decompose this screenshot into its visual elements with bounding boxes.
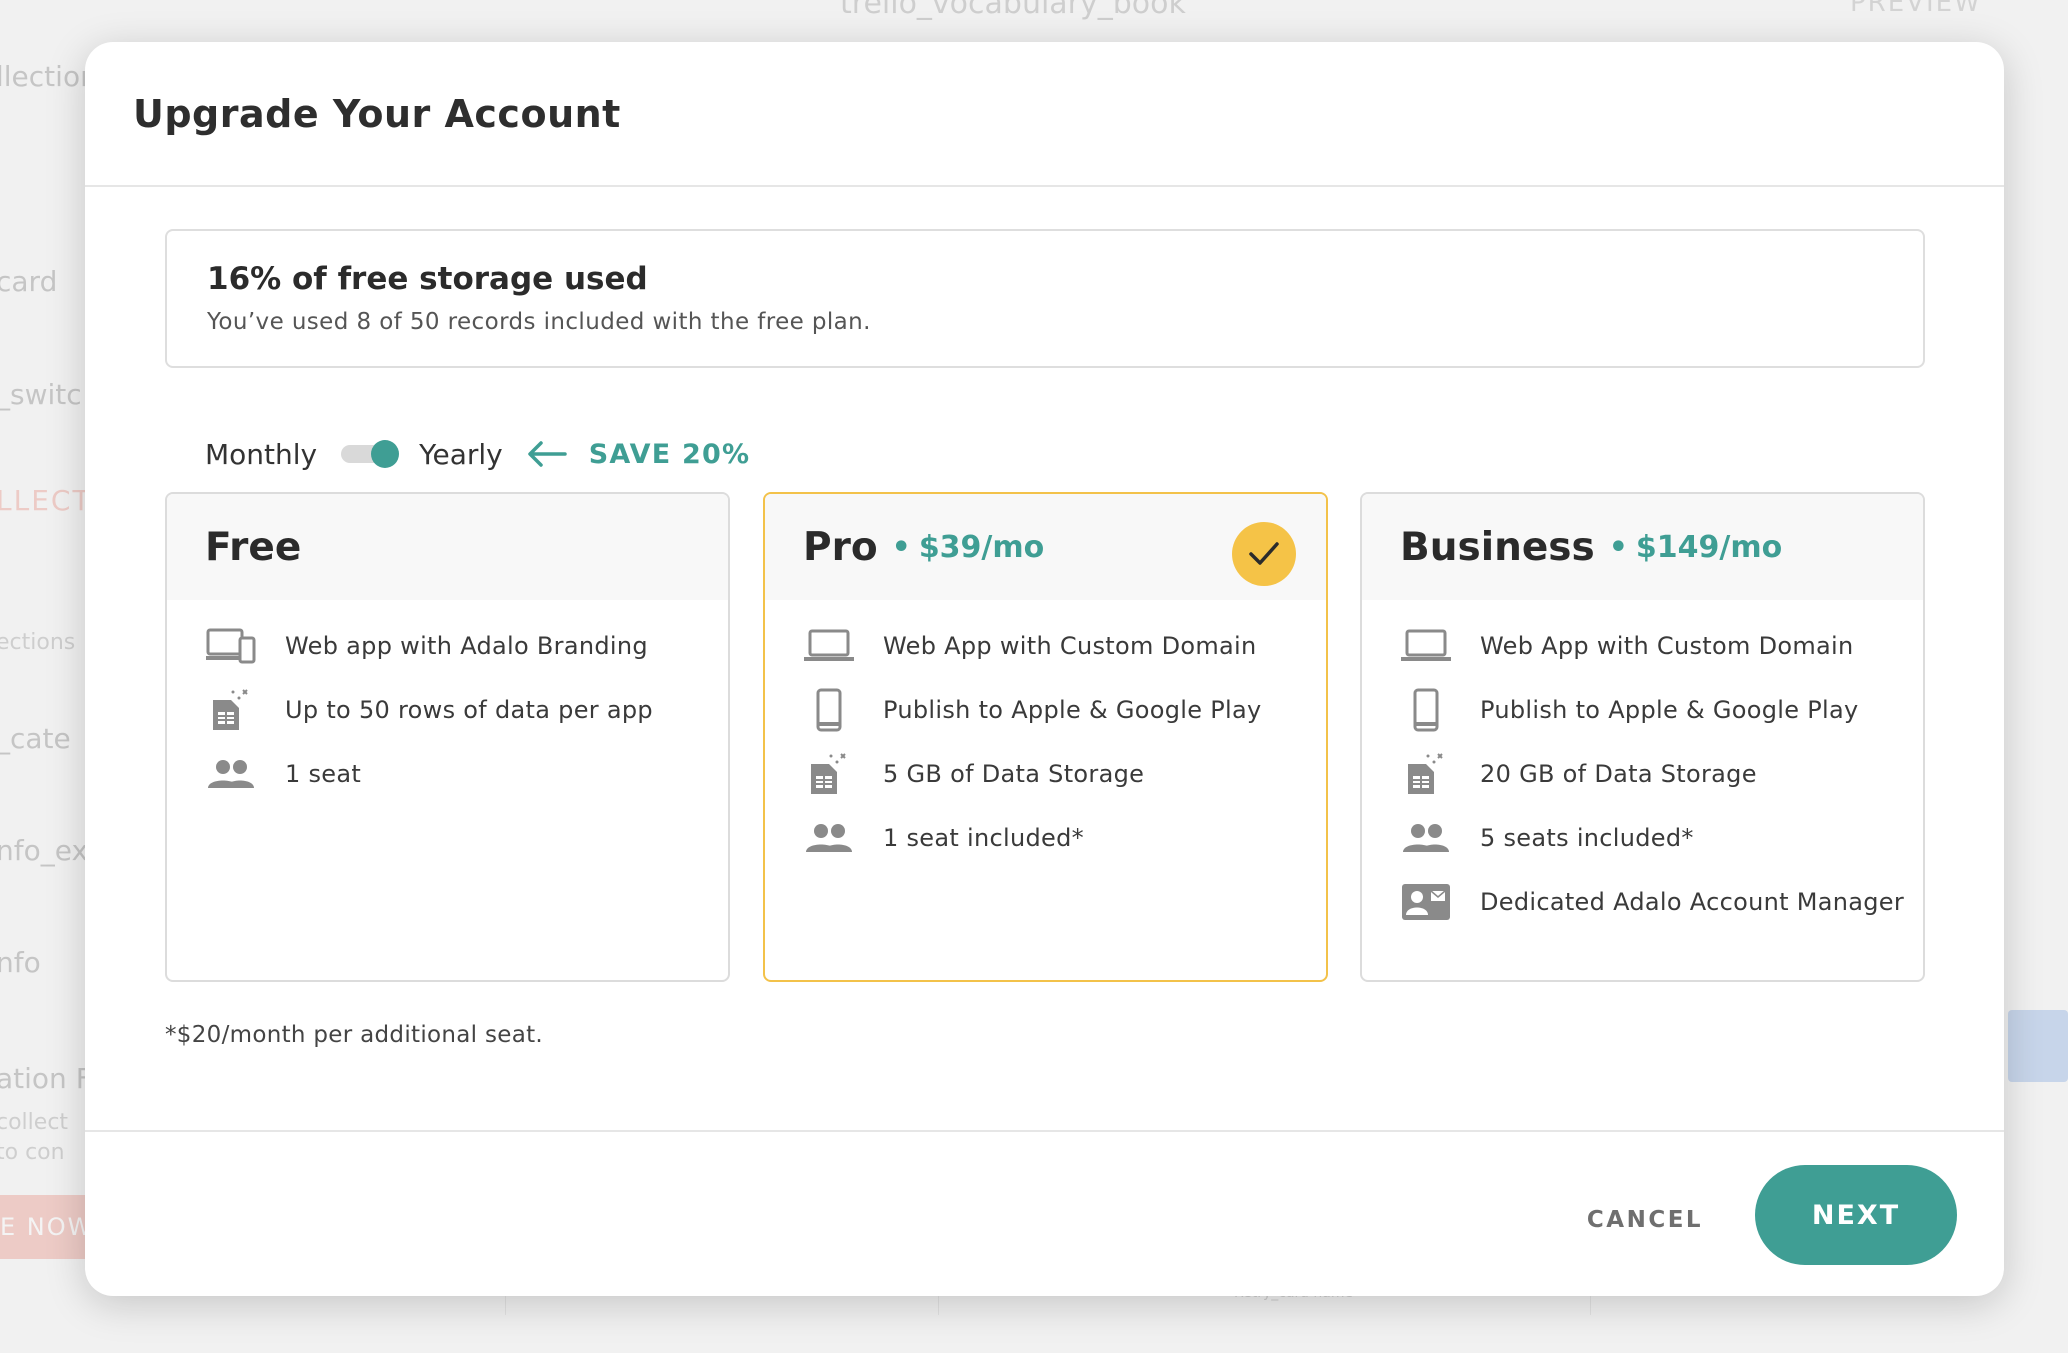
plan-header: Free bbox=[167, 494, 728, 600]
plan-card-free[interactable]: Free Web app with Adalo Branding Up to 5… bbox=[165, 492, 730, 982]
plan-price: $39/mo bbox=[918, 529, 1045, 565]
data-sheet-icon bbox=[803, 753, 855, 795]
modal-header: Upgrade Your Account bbox=[85, 42, 2004, 187]
laptop-icon bbox=[803, 625, 855, 667]
plan-name: Free bbox=[205, 524, 302, 570]
data-sheet-icon bbox=[205, 689, 257, 731]
monthly-label[interactable]: Monthly bbox=[205, 438, 317, 471]
feature-list: Web app with Adalo Branding Up to 50 row… bbox=[167, 600, 728, 806]
yearly-label[interactable]: Yearly bbox=[419, 438, 503, 471]
plan-card-business[interactable]: Business • $149/mo Web App with Custom D… bbox=[1360, 492, 1925, 982]
feature-text: 20 GB of Data Storage bbox=[1480, 760, 1757, 788]
feature-item: Web app with Adalo Branding bbox=[167, 614, 728, 678]
feature-item: Publish to Apple & Google Play bbox=[1362, 678, 1923, 742]
feature-list: Web App with Custom Domain Publish to Ap… bbox=[1362, 600, 1923, 934]
preview-button[interactable]: PREVIEW bbox=[1850, 0, 1982, 18]
sidebar-item[interactable]: ections bbox=[0, 630, 75, 655]
seat-footnote: *$20/month per additional seat. bbox=[165, 1022, 544, 1048]
feature-item: Web App with Custom Domain bbox=[1362, 614, 1923, 678]
sidebar-item[interactable]: nfo_ex bbox=[0, 834, 88, 867]
separator-dot: • bbox=[1608, 529, 1628, 565]
data-sheet-icon bbox=[1400, 753, 1452, 795]
feature-item: Dedicated Adalo Account Manager bbox=[1362, 870, 1923, 934]
side-panel bbox=[2008, 1010, 2068, 1082]
storage-title: 16% of free storage used bbox=[207, 261, 648, 297]
feature-text: 1 seat bbox=[285, 760, 362, 788]
sidebar-item[interactable]: nfo bbox=[0, 946, 41, 979]
feature-text: 1 seat included* bbox=[883, 824, 1084, 852]
app-title: trello_vocabulary_book bbox=[840, 0, 1186, 21]
feature-item: 20 GB of Data Storage bbox=[1362, 742, 1923, 806]
upgrade-promo-text: collect bbox=[0, 1110, 69, 1135]
feature-item: 1 seat included* bbox=[765, 806, 1326, 870]
cancel-button[interactable]: CANCEL bbox=[1575, 1200, 1715, 1240]
storage-subtitle: You’ve used 8 of 50 records included wit… bbox=[207, 309, 871, 335]
plan-name: Pro bbox=[803, 524, 878, 570]
toggle-knob bbox=[371, 440, 400, 468]
feature-text: Web App with Custom Domain bbox=[1480, 632, 1854, 660]
plan-list: Free Web app with Adalo Branding Up to 5… bbox=[165, 492, 1925, 982]
feature-text: 5 seats included* bbox=[1480, 824, 1694, 852]
people-icon bbox=[205, 753, 257, 795]
feature-item: 5 seats included* bbox=[1362, 806, 1923, 870]
footer-divider bbox=[85, 1130, 2004, 1132]
feature-item: Publish to Apple & Google Play bbox=[765, 678, 1326, 742]
plan-header: Pro • $39/mo bbox=[765, 494, 1326, 600]
feature-text: Web App with Custom Domain bbox=[883, 632, 1257, 660]
sidebar-item[interactable]: _switc bbox=[0, 378, 82, 411]
feature-list: Web App with Custom Domain Publish to Ap… bbox=[765, 600, 1326, 870]
phone-icon bbox=[1400, 688, 1452, 732]
feature-item: Up to 50 rows of data per app bbox=[167, 678, 728, 742]
people-icon bbox=[803, 817, 855, 859]
feature-text: Web app with Adalo Branding bbox=[285, 632, 648, 660]
feature-text: Dedicated Adalo Account Manager bbox=[1480, 888, 1905, 916]
plan-name: Business bbox=[1400, 524, 1595, 570]
contact-card-icon bbox=[1400, 881, 1452, 923]
upgrade-modal: Upgrade Your Account 16% of free storage… bbox=[85, 42, 2004, 1296]
upgrade-promo-title: ation F bbox=[0, 1062, 92, 1095]
modal-title: Upgrade Your Account bbox=[133, 91, 621, 136]
feature-item: 5 GB of Data Storage bbox=[765, 742, 1326, 806]
feature-text: Publish to Apple & Google Play bbox=[1480, 696, 1859, 724]
sidebar-item[interactable]: _cate bbox=[0, 722, 71, 755]
sidebar-item[interactable]: llection bbox=[0, 60, 98, 93]
feature-text: Up to 50 rows of data per app bbox=[285, 696, 653, 724]
save-badge: SAVE 20% bbox=[588, 438, 751, 470]
billing-period-switch: Monthly Yearly SAVE 20% bbox=[205, 424, 750, 484]
feature-item: 1 seat bbox=[167, 742, 728, 806]
separator-dot: • bbox=[891, 529, 911, 565]
laptop-icon bbox=[1400, 625, 1452, 667]
devices-icon bbox=[205, 625, 257, 667]
plan-card-pro[interactable]: Pro • $39/mo Web App with Custom Domain bbox=[763, 492, 1328, 982]
people-icon bbox=[1400, 817, 1452, 859]
feature-item: Web App with Custom Domain bbox=[765, 614, 1326, 678]
phone-icon bbox=[803, 688, 855, 732]
feature-text: 5 GB of Data Storage bbox=[883, 760, 1145, 788]
plan-price: $149/mo bbox=[1635, 529, 1783, 565]
arrow-left-icon bbox=[528, 441, 567, 467]
feature-text: Publish to Apple & Google Play bbox=[883, 696, 1262, 724]
plan-header: Business • $149/mo bbox=[1362, 494, 1923, 600]
storage-usage-box: 16% of free storage used You’ve used 8 o… bbox=[165, 229, 1925, 368]
upgrade-promo-text: to con bbox=[0, 1140, 65, 1165]
sidebar-item[interactable]: card bbox=[0, 265, 57, 298]
billing-toggle[interactable] bbox=[341, 440, 400, 468]
check-icon bbox=[1232, 522, 1296, 586]
next-button[interactable]: NEXT bbox=[1755, 1165, 1957, 1265]
